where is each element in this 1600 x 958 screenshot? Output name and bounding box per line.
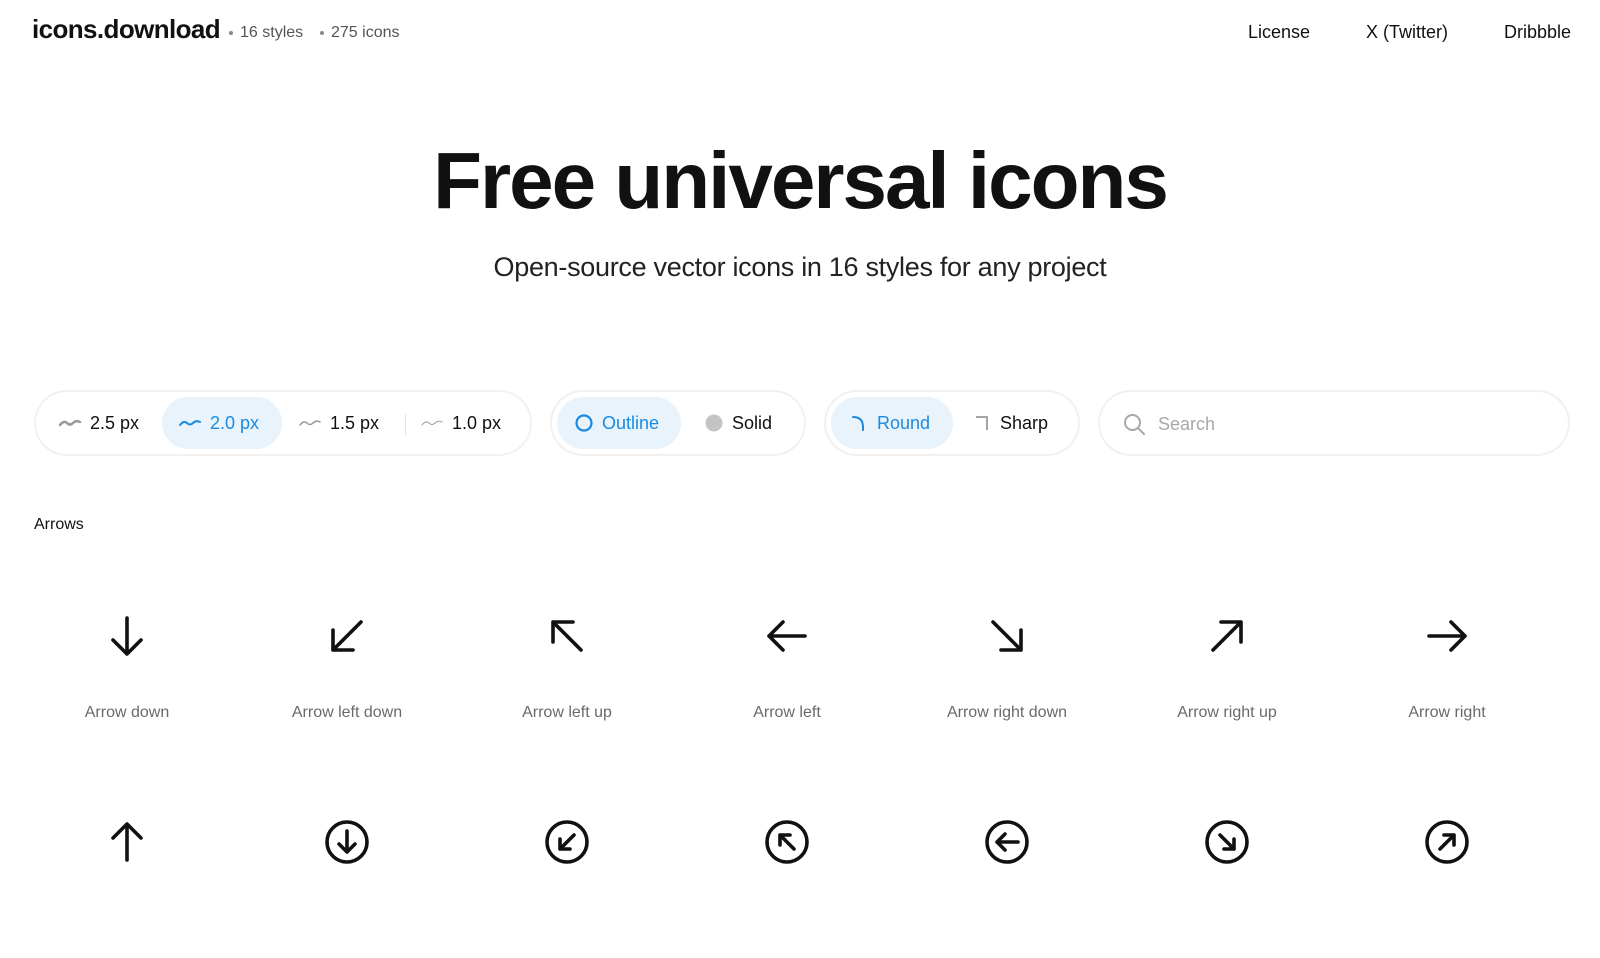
icon-card[interactable]: Arrow right down	[894, 612, 1120, 752]
icons-count-label: 275 icons	[331, 24, 400, 41]
page-title: Free universal icons	[433, 136, 1169, 225]
corner-option-sharp[interactable]: Sharp	[962, 397, 1072, 449]
arrow-right-icon	[1427, 620, 1467, 652]
nav-twitter-link[interactable]: X (Twitter)	[1366, 22, 1448, 43]
page-subtitle: Open-source vector icons in 16 styles fo…	[493, 252, 1107, 282]
stroke-weight-selector: 2.5 px 2.0 px 1.5 px 1.0 px	[34, 390, 532, 456]
search-box	[1098, 390, 1570, 456]
arrow-right-down-icon	[991, 620, 1023, 652]
arrow-left-icon	[767, 620, 807, 652]
corner-option-label: Sharp	[1000, 412, 1049, 433]
squiggle-icon	[421, 420, 443, 426]
sharp-corner-icon	[976, 416, 988, 430]
corner-option-label: Round	[877, 412, 931, 433]
circle-arrow-left-icon	[985, 820, 1029, 864]
icon-card[interactable]	[14, 818, 240, 958]
circle-arrow-right-down-icon	[1205, 820, 1249, 864]
style-option-solid[interactable]: Solid	[692, 397, 792, 449]
weight-option-2-5[interactable]: 2.5 px	[48, 397, 168, 449]
search-icon	[1124, 414, 1145, 435]
icon-card[interactable]	[674, 818, 900, 958]
round-corner-icon	[852, 416, 864, 431]
icon-name: Arrow left down	[291, 704, 403, 721]
styles-count-label: 16 styles	[240, 24, 304, 41]
style-option-outline[interactable]: Outline	[557, 397, 681, 449]
weight-option-1-5[interactable]: 1.5 px	[298, 397, 408, 449]
brand-logo[interactable]: icons.download	[32, 14, 221, 45]
icon-name: Arrow left	[753, 704, 821, 721]
circle-arrow-down-icon	[325, 820, 369, 864]
icon-card[interactable]	[454, 818, 680, 958]
style-option-label: Solid	[732, 412, 773, 433]
style-option-label: Outline	[602, 412, 660, 433]
section-title: Arrows	[34, 516, 84, 533]
top-bar: icons.download 16 styles 275 icons Licen…	[0, 0, 1600, 66]
icon-name: Arrow left up	[522, 704, 612, 721]
icons-count: 275 icons	[320, 24, 400, 42]
weight-option-2-0[interactable]: 2.0 px	[162, 397, 282, 449]
arrow-down-icon	[111, 616, 143, 656]
icon-name: Arrow down	[84, 704, 170, 721]
nav-dribbble-link[interactable]: Dribbble	[1504, 22, 1571, 43]
bullet-icon	[229, 31, 233, 35]
divider	[405, 414, 406, 436]
weight-option-label: 2.0 px	[210, 412, 260, 433]
icon-name: Arrow right down	[946, 704, 1068, 721]
bullet-icon	[320, 31, 324, 35]
circle-arrow-right-up-icon	[1425, 820, 1469, 864]
icon-card[interactable]	[234, 818, 460, 958]
nav-license-link[interactable]: License	[1248, 22, 1310, 43]
arrow-up-icon	[111, 822, 143, 862]
weight-option-label: 1.5 px	[330, 412, 380, 433]
icon-card[interactable]: Arrow right	[1334, 612, 1560, 752]
circle-arrow-left-up-icon	[765, 820, 809, 864]
corner-option-round[interactable]: Round	[831, 397, 953, 449]
icon-name: Arrow right up	[1177, 704, 1277, 721]
icon-card[interactable]	[1334, 818, 1560, 958]
icon-card[interactable]: Arrow left up	[454, 612, 680, 752]
weight-option-label: 2.5 px	[90, 412, 140, 433]
squiggle-icon	[299, 420, 321, 426]
squiggle-icon	[179, 420, 201, 426]
icon-card[interactable]: Arrow left down	[234, 612, 460, 752]
arrow-right-up-icon	[1211, 620, 1243, 652]
weight-option-label: 1.0 px	[452, 412, 502, 433]
arrow-left-down-icon	[331, 620, 363, 652]
icon-card[interactable]: Arrow left	[674, 612, 900, 752]
style-selector: Outline Solid	[550, 390, 806, 456]
corner-selector: Round Sharp	[824, 390, 1080, 456]
styles-count: 16 styles	[229, 24, 303, 42]
circle-solid-icon	[705, 414, 723, 432]
icon-card[interactable]: Arrow right up	[1114, 612, 1340, 752]
squiggle-icon	[58, 419, 82, 427]
search-input[interactable]	[1156, 404, 1552, 444]
circle-outline-icon	[575, 414, 593, 432]
circle-arrow-left-down-icon	[545, 820, 589, 864]
arrow-left-up-icon	[551, 620, 583, 652]
icon-card[interactable]	[1114, 818, 1340, 958]
weight-option-1-0[interactable]: 1.0 px	[420, 397, 530, 449]
icon-name: Arrow right	[1408, 704, 1486, 721]
icon-card[interactable]	[894, 818, 1120, 958]
icon-card[interactable]: Arrow down	[14, 612, 240, 752]
